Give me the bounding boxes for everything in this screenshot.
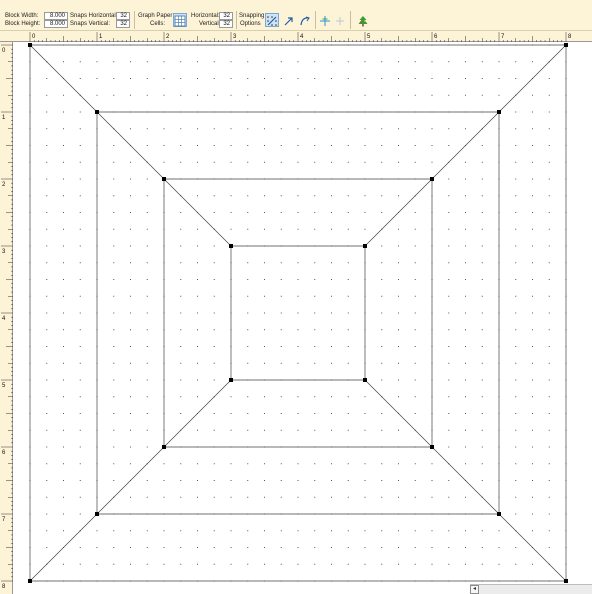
ruler-label: 4 (2, 316, 6, 322)
block-drawing-canvas[interactable] (13, 42, 592, 594)
toolbar-separator (236, 11, 237, 29)
guides-icon (320, 16, 330, 26)
horizontal-ruler: 0 1 2 3 4 5 6 7 8 (0, 31, 592, 42)
snap-to-node-button[interactable] (282, 13, 296, 27)
ruler-label: 7 (2, 517, 6, 523)
ruler-label: 3 (2, 249, 6, 255)
horizontal-label: Horizontal: (191, 13, 220, 19)
node-point (95, 110, 99, 114)
toolbar-separator (350, 11, 351, 29)
node-point (564, 579, 568, 583)
diagonal-line (364, 44, 567, 247)
node-point (229, 244, 233, 248)
snaps-horizontal-label: Snaps Horizontal: (70, 13, 118, 19)
node-point (95, 512, 99, 516)
ruler-label: 0 (2, 48, 6, 54)
diagonal-line (29, 44, 232, 247)
block-height-label: Block Height: (5, 21, 41, 27)
horizontal-scrollbar[interactable]: ◂ (470, 584, 592, 594)
node-point (162, 445, 166, 449)
snapping-label: Snapping (239, 13, 265, 19)
ruler-label: 3 (233, 34, 237, 40)
graph-paper-button[interactable] (173, 13, 187, 27)
node-point (430, 177, 434, 181)
diagonal-line (364, 379, 567, 582)
snaps-vertical-label: Snaps Vertical: (70, 21, 111, 27)
vertical-cells-field[interactable]: 32 (219, 20, 233, 28)
block-width-label: Block Width: (5, 13, 39, 19)
ruler-label: 5 (367, 34, 371, 40)
block-drawing[interactable] (13, 42, 592, 594)
ruler-label: 2 (166, 34, 170, 40)
graph-paper-label: Graph Paper (138, 13, 173, 19)
horizontal-cells-field[interactable]: 32 (219, 12, 233, 20)
guides-button[interactable] (318, 13, 332, 27)
snap-to-curve-button[interactable] (298, 13, 312, 27)
vertical-ruler-ticks: 0 1 2 3 4 5 6 7 8 (1, 44, 13, 590)
graph-paper-cells-label: Cells: (150, 21, 166, 27)
ruler-label: 6 (434, 34, 438, 40)
ruler-label: 8 (2, 584, 6, 590)
node-point (28, 579, 32, 583)
graph-paper-icon (174, 15, 186, 27)
ruler-label: 7 (501, 34, 505, 40)
tree-button[interactable] (356, 13, 370, 27)
node-point (430, 445, 434, 449)
toolbar: Block Width: 8.000 Block Height: 8.000 S… (0, 0, 592, 31)
ruler-label: 6 (2, 450, 6, 456)
toolbar-separator (134, 11, 135, 29)
node-point (28, 43, 32, 47)
tree-icon (358, 16, 368, 27)
ruler-label: 1 (2, 115, 6, 121)
clear-guides-icon (336, 17, 344, 25)
ruler-label: 4 (300, 34, 304, 40)
diagonal-line (29, 379, 232, 582)
horizontal-ruler-ticks: 0 1 2 3 4 5 6 7 8 (29, 32, 572, 42)
vertical-ruler: 0 1 2 3 4 5 6 7 8 (0, 42, 13, 594)
ruler-label: 1 (99, 34, 103, 40)
ruler-label: 2 (2, 182, 6, 188)
snaps-vertical-field[interactable]: 32 (116, 20, 130, 28)
snapping-options-label: Options (240, 21, 261, 27)
scroll-left-button[interactable]: ◂ (470, 585, 479, 594)
snap-to-grid-button[interactable] (265, 13, 279, 27)
snap-to-curve-icon (300, 16, 310, 26)
node-point (564, 43, 568, 47)
node-point (363, 378, 367, 382)
block-height-field[interactable]: 8.000 (44, 20, 68, 28)
node-point (497, 110, 501, 114)
toolbar-separator (315, 11, 316, 29)
node-point (497, 512, 501, 516)
snap-to-grid-icon (267, 16, 277, 26)
ruler-label: 0 (32, 34, 36, 40)
snap-to-node-icon (284, 17, 293, 26)
node-point (363, 244, 367, 248)
clear-guides-button[interactable] (333, 13, 347, 27)
block-width-field[interactable]: 8.000 (44, 12, 68, 20)
node-point (162, 177, 166, 181)
ruler-label: 5 (2, 383, 6, 389)
vertical-label: Vertical: (199, 21, 221, 27)
snaps-horizontal-field[interactable]: 32 (116, 12, 130, 20)
node-point (229, 378, 233, 382)
ruler-label: 8 (568, 34, 572, 40)
